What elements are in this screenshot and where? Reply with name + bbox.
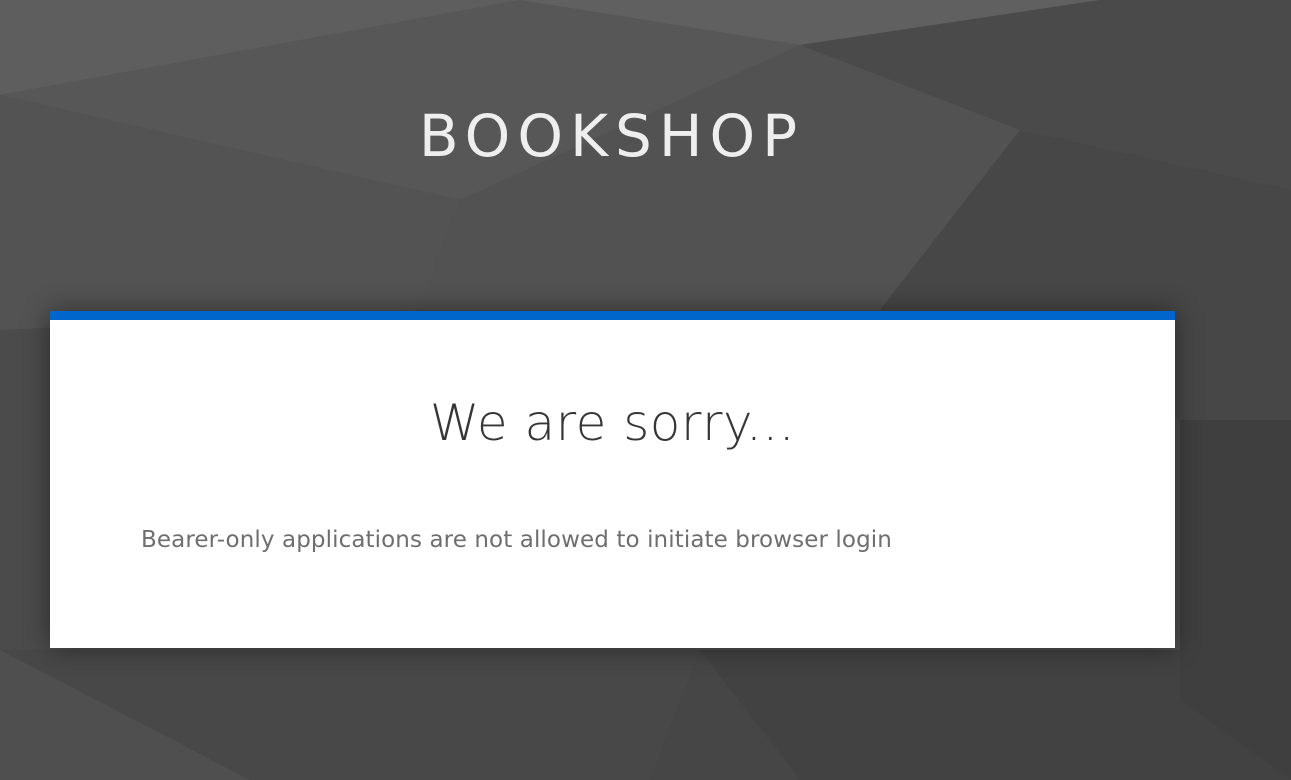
error-title: We are sorry... — [429, 394, 796, 452]
error-card: We are sorry... Bearer-only applications… — [50, 311, 1175, 648]
brand-title: BOOKSHOP — [418, 102, 805, 170]
error-message: Bearer-only applications are not allowed… — [141, 527, 892, 553]
